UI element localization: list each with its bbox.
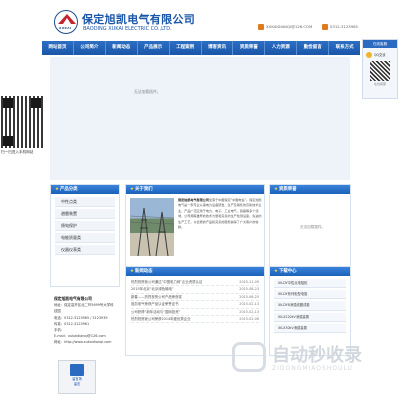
guestbook-line2: 留言 xyxy=(73,382,81,386)
news-row[interactable]: 热烈祝贺我公司荣获2014年度优秀企业 2015-02-06 xyxy=(131,316,259,324)
substation-photo[interactable] xyxy=(130,198,174,256)
widget-qr-code xyxy=(370,61,390,81)
contact-tel: 电话：0312-3123965 / 3123939 xyxy=(54,315,108,320)
banner-area xyxy=(50,57,350,180)
header: XUKAI 保定旭凯电气有限公司 BAODING XUKAI ELECTRIC … xyxy=(0,0,400,41)
star-icon: ★ xyxy=(130,269,134,274)
online-service-widget: 在线客服 QQ交谈 在线客服 xyxy=(362,39,398,99)
about-title: 关于我们 xyxy=(134,187,153,192)
download-item[interactable]: XK-X220kV消弧装置 xyxy=(274,312,346,322)
nav-guestbook[interactable]: 勤俭留言 xyxy=(297,41,330,55)
download-item[interactable]: XK-X30kV消弧装置 xyxy=(274,323,346,333)
nav-blog[interactable]: 博客资讯 xyxy=(202,41,234,55)
news-row-date: 2015-08-23 xyxy=(239,287,259,292)
news-title: 新闻动态 xyxy=(134,269,153,274)
honor-section: ★资质荣誉 无法加载插件。 xyxy=(269,184,351,272)
news-row-date: 2015-02-06 xyxy=(239,316,259,321)
header-email-text: XUKAIDIANQI@126.COM xyxy=(266,24,313,29)
qq-chat-label: QQ交谈 xyxy=(374,53,386,57)
news-row-date: 2015-02-13 xyxy=(239,302,259,307)
news-row-title: 旭凯电气荣获产品认证荣誉证书 xyxy=(131,302,179,307)
download-title: 下载中心 xyxy=(278,269,297,274)
company-logo[interactable]: XUKAI xyxy=(54,10,78,34)
product-categories-header: ★产品分类 xyxy=(51,185,119,194)
download-item[interactable]: XK-DYB消弧线圈成套 xyxy=(274,301,346,311)
widget-footer: 在线客服 xyxy=(373,82,386,86)
qq-chat-button[interactable]: QQ交谈 xyxy=(366,50,394,59)
star-icon: ★ xyxy=(55,187,59,192)
honor-title: 资质荣誉 xyxy=(278,187,297,192)
qr-caption: 扫一扫进入手机网站 xyxy=(1,150,34,154)
honor-plugin-message: 无法加载插件。 xyxy=(300,225,326,229)
email-icon xyxy=(258,23,264,30)
header-phone-text: 0312-3123965 xyxy=(330,24,358,29)
logo-caption: XUKAI xyxy=(59,26,72,30)
nav-honor[interactable]: 资质荣誉 xyxy=(233,41,266,55)
product-category-item[interactable]: 中性点类 xyxy=(55,197,115,207)
contact-info: 保定旭凯电气有限公司 地址：保定高开区北二环5699号大学科技园 电话：0312… xyxy=(50,291,120,356)
honor-header: ★资质荣誉 xyxy=(270,185,350,194)
nav-cases[interactable]: 工程案例 xyxy=(170,41,202,55)
news-row-title: 2015年北京“北京绿色输电” xyxy=(131,287,174,292)
news-row-title: 公司获得“新年活动与“国网投资” xyxy=(131,309,181,314)
product-category-item[interactable]: 避雷装置 xyxy=(55,209,115,219)
product-categories: ★产品分类 中性点类 避雷装置 馈电保护 电能质量类 仪器仪表类 xyxy=(50,184,120,287)
book-icon xyxy=(70,364,84,376)
phone-icon xyxy=(322,23,328,30)
news-row-title: 热烈祝贺我公司荣获2014年度优秀企业 xyxy=(131,316,191,321)
product-category-item[interactable]: 仪器仪表类 xyxy=(55,245,115,255)
header-email[interactable]: XUKAIDIANQI@126.COM xyxy=(258,23,312,30)
company-name-cn: 保定旭凯电气有限公司 xyxy=(82,13,195,26)
product-category-item[interactable]: 电能质量类 xyxy=(55,233,115,243)
about-header: ★关于我们 xyxy=(126,185,264,194)
nav-home[interactable]: 网站首页 xyxy=(42,41,74,55)
online-service-title: 在线客服 xyxy=(363,40,397,48)
about-section: ★关于我们 保定旭凯电气有限公司坐落于中国保定“中国电谷”。保定旭凯电气是一家专… xyxy=(125,184,265,272)
news-row-date: 2015-11-09 xyxy=(239,280,259,284)
about-description: 坐落于中国保定“中国电谷”。保定旭凯电气是一家专业从事电力设备研发、生产及销售的… xyxy=(178,198,262,230)
news-row-title: 热烈祝贺我公司通过“中国电力网”企业资质认证 xyxy=(131,280,203,284)
nav-news[interactable]: 新闻动态 xyxy=(106,41,138,55)
news-header: ★新闻动态 xyxy=(126,267,264,276)
news-row[interactable]: 新春——热烈祝贺公司产品荣获奖 2015-06-25 xyxy=(131,294,259,302)
news-row-date: 2015-02-13 xyxy=(239,309,259,314)
news-row-date: 2015-06-25 xyxy=(239,294,259,299)
news-row[interactable]: 公司获得“新年活动与“国网投资” 2015-02-13 xyxy=(131,309,259,316)
company-name-en: BAODING XUKAI ELECTRIC CO.,LTD. xyxy=(83,26,172,32)
watermark-subtext: ZIDONGMIAOSHOULU xyxy=(272,365,353,372)
power-tower-icon xyxy=(130,207,174,256)
nav-products[interactable]: 产品展示 xyxy=(138,41,170,55)
mobile-qr: 扫一扫进入手机网站 xyxy=(1,96,45,156)
nav-about[interactable]: 公司简介 xyxy=(74,41,106,55)
star-icon: ★ xyxy=(274,269,278,274)
news-row-title: 新春——热烈祝贺公司产品荣获奖 xyxy=(131,294,182,299)
news-row[interactable]: 旭凯电气荣获产品认证荣誉证书 2015-02-13 xyxy=(131,301,259,309)
contact-web[interactable]: 网址：http://www.xukaidianqi.com xyxy=(54,339,116,345)
nav-hr[interactable]: 人力资源 xyxy=(265,41,298,55)
star-icon: ★ xyxy=(274,187,278,192)
download-item[interactable]: XK-DY系列柜型电阻 xyxy=(274,290,346,300)
banner-plugin-message: 无法加载插件。 xyxy=(134,89,161,94)
news-row[interactable]: 热烈祝贺我公司通过“中国电力网”企业资质认证 2015-11-09 xyxy=(131,279,259,287)
qr-code-image xyxy=(1,96,43,148)
about-text: 保定旭凯电气有限公司坐落于中国保定“中国电谷”。保定旭凯电气是一家专业从事电力设… xyxy=(178,198,262,230)
watermark-logo-icon xyxy=(232,342,266,372)
product-category-item[interactable]: 馈电保护 xyxy=(55,221,115,231)
qq-icon xyxy=(366,51,372,58)
main-nav: 网站首页 公司简介 新闻动态 产品展示 工程案例 博客资讯 资质荣誉 人力资源 … xyxy=(42,41,360,55)
watermark-text: 自动秒收录 xyxy=(272,345,362,366)
about-company-name: 保定旭凯电气有限公司 xyxy=(178,198,209,202)
guestbook-badge[interactable]: 留言簿 留言 xyxy=(58,360,96,394)
download-item[interactable]: XK-DY中性点电阻柜 xyxy=(274,279,346,289)
product-categories-title: 产品分类 xyxy=(59,187,78,192)
download-header: ★下载中心 xyxy=(270,267,350,276)
site-watermark: 自动秒收录 ZIDONGMIAOSHOULU xyxy=(232,338,394,378)
news-row[interactable]: 2015年北京“北京绿色输电” 2015-08-23 xyxy=(131,286,259,294)
nav-contact[interactable]: 联系方式 xyxy=(329,41,360,55)
contact-address: 地址：保定高开区北二环5699号大学科技园 xyxy=(54,303,114,314)
logo-emblem-icon xyxy=(58,14,76,24)
header-phone: 0312-3123965 xyxy=(322,23,358,30)
star-icon: ★ xyxy=(130,187,134,192)
